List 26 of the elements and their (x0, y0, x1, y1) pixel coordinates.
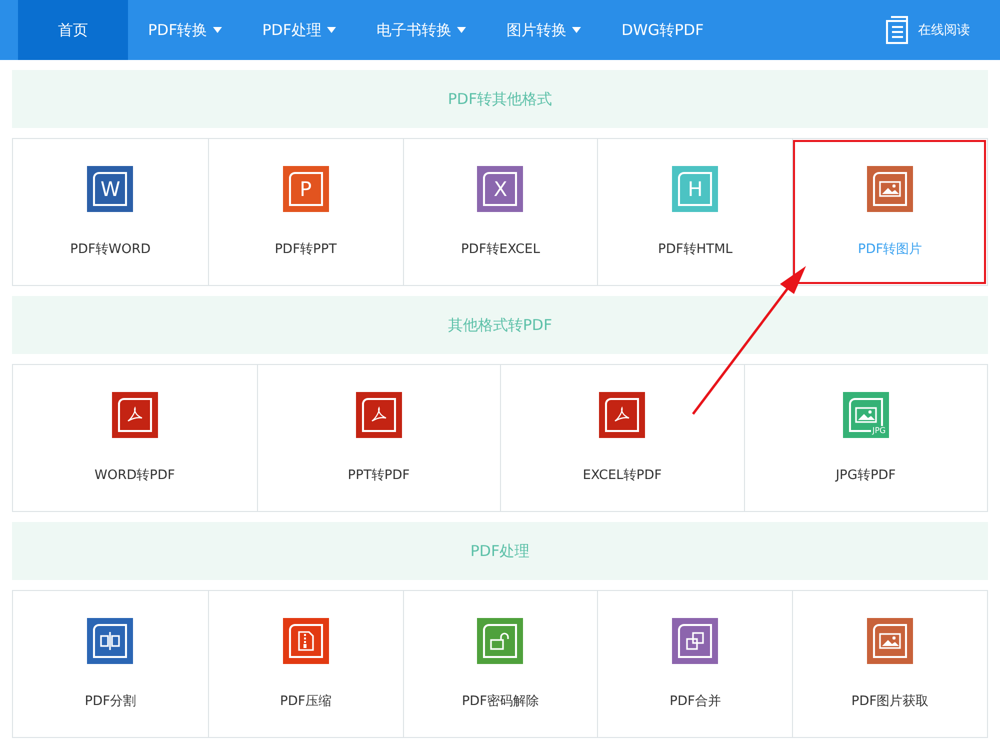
tool-card[interactable]: JPG JPG转PDF (744, 365, 987, 511)
tool-card[interactable]: P PDF转PPT (208, 139, 403, 285)
tool-card[interactable]: X PDF转EXCEL (402, 139, 598, 285)
caret-icon (457, 27, 466, 33)
tool-card[interactable]: W PDF转WORD (13, 139, 208, 285)
tool-card[interactable]: EXCEL转PDF (500, 365, 744, 511)
tool-card[interactable]: WORD转PDF (13, 365, 256, 511)
tool-card[interactable]: PPT转PDF (256, 365, 500, 511)
tool-card[interactable]: PDF密码解除 (402, 591, 598, 737)
caret-icon (572, 27, 582, 33)
nav-tab[interactable]: 首页 (18, 0, 128, 60)
section-title: PDF转其他格式 (448, 90, 552, 108)
document-letter-icon: P (282, 166, 329, 212)
jpg-image-icon: JPG (842, 392, 889, 438)
document-letter-icon: X (477, 166, 524, 212)
tool-card[interactable]: PDF压缩 (208, 591, 403, 737)
caret-icon (213, 27, 222, 33)
caret-icon (327, 27, 336, 33)
document-letter-icon: H (672, 166, 718, 212)
tool-card[interactable]: PDF分割 (13, 591, 208, 737)
document-letter-icon: W (87, 166, 134, 212)
tool-card[interactable]: H PDF转HTML (597, 139, 792, 285)
section-title: 其他格式转PDF (448, 316, 552, 334)
tool-card[interactable]: PDF图片获取 (792, 591, 987, 737)
tool-card[interactable]: PDF合并 (597, 591, 792, 737)
section-title: PDF处理 (470, 542, 530, 560)
